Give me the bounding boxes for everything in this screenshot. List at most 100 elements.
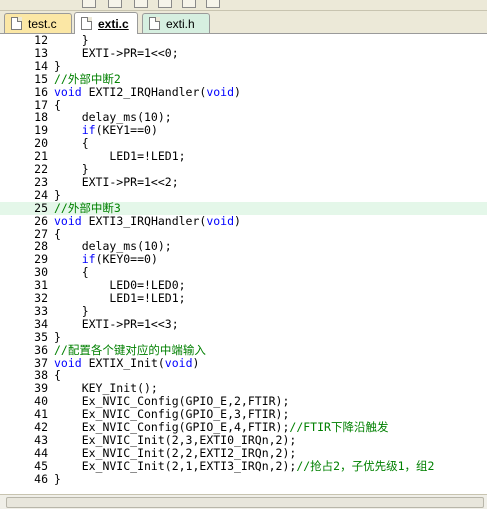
keyword-token: void [206,213,235,228]
toolbar-button-icon[interactable] [134,0,148,8]
code-token: Ex_NVIC_Init(2,3,EXTI0_IRQn,2); [54,432,297,447]
keyword-token: void [54,213,82,228]
line-number: 14 [34,58,48,73]
comment-token: //配置各个键对应的中端输入 [54,342,206,357]
code-token: { [54,136,89,151]
code-token: Ex_NVIC_Init(2,2,EXTI2_IRQn,2); [54,445,297,460]
code-token: LED1=!LED1; [54,149,186,164]
code-text: EXTI->PR=1<<0; [54,45,179,60]
code-line[interactable]: 37 void EXTIX_Init(void) [0,355,487,370]
code-token: delay_ms(10); [54,110,172,125]
code-token: { [54,368,61,383]
keyword-token: void [164,355,193,370]
line-number: 23 [34,174,48,189]
code-token: delay_ms(10); [54,239,172,254]
tab-exti-h[interactable]: exti.h [142,13,210,33]
code-line[interactable]: 34 EXTI->PR=1<<3; [0,316,487,331]
scrollbar-thumb[interactable] [6,497,484,508]
code-token: EXTI->PR=1<<3; [54,316,179,331]
code-token: (KEY0==0) [95,252,158,267]
file-icon [11,17,22,30]
line-number: 35 [34,329,48,344]
line-number: 33 [34,303,48,318]
tab-exti-c[interactable]: exti.c [74,12,138,34]
file-icon [149,17,160,30]
toolbar-button-icon[interactable] [82,0,96,8]
file-tab-bar: test.c exti.c exti.h [0,11,487,34]
line-number: 45 [34,458,48,473]
comment-token: //外部中断3 [54,200,121,215]
keyword-token: if [81,252,96,267]
toolbar-button-icon[interactable] [182,0,196,8]
code-token: EXTIX_Init( [81,355,165,370]
keyword-token: if [81,123,96,138]
code-token: ) [234,213,241,228]
tab-label: exti.h [166,16,195,31]
tab-test-c[interactable]: test.c [4,13,72,33]
code-token: { [54,265,89,280]
toolbar-button-icon[interactable] [206,0,220,8]
toolbar [0,0,487,11]
tab-label: exti.c [98,16,129,31]
code-token: KEY_Init(); [54,381,158,396]
code-text: } [54,471,61,486]
code-token: LED1=!LED1; [54,291,186,305]
code-text: void EXTI2_IRQHandler(void) [54,84,241,99]
keyword-token: void [54,355,82,370]
code-token: EXTI3_IRQHandler( [81,213,207,228]
comment-token: //外部中断2 [54,71,121,86]
code-line[interactable]: 46} [0,471,487,486]
code-token: Ex_NVIC_Config(GPIO_E,4,FTIR); [54,420,290,434]
horizontal-scrollbar[interactable] [0,494,487,509]
code-token: } [54,162,89,176]
code-line[interactable]: 13 EXTI->PR=1<<0; [0,45,487,60]
code-token: Ex_NVIC_Init(2,1,EXTI3_IRQn,2); [54,458,297,473]
code-token: } [54,187,61,202]
code-token: } [54,58,61,73]
code-text: void EXTI3_IRQHandler(void) [54,213,241,228]
line-number: 44 [34,445,48,460]
code-token: EXTI->PR=1<<2; [54,174,179,189]
line-number: 15 [34,71,48,86]
toolbar-button-icon[interactable] [108,0,122,8]
code-text: EXTI->PR=1<<3; [54,316,179,331]
code-token: { [54,97,61,112]
line-number: 24 [34,187,48,202]
code-token: EXTI->PR=1<<0; [54,45,179,60]
line-number: 46 [34,471,48,486]
line-number: 13 [34,45,48,60]
code-token: } [54,303,89,318]
code-editor[interactable]: 12 } 13 EXTI->PR=1<<0; 14} 15//外部中断2 16 void … [0,34,487,494]
code-token: } [54,471,61,486]
code-token: ) [234,84,241,99]
code-line[interactable]: 16 void EXTI2_IRQHandler(void) [0,84,487,99]
line-number: 25 [34,200,48,215]
code-token: } [54,329,61,344]
code-token: Ex_NVIC_Config(GPIO_E,3,FTIR); [54,407,290,422]
code-text: void EXTIX_Init(void) [54,355,200,370]
code-token: Ex_NVIC_Config(GPIO_E,2,FTIR); [54,394,290,409]
line-number: 26 [34,213,48,228]
comment-token: //FTIR下降沿触发 [289,420,389,434]
code-token: { [54,226,61,241]
line-number: 34 [34,316,48,331]
code-text: EXTI->PR=1<<2; [54,174,179,189]
keyword-token: void [54,84,82,99]
file-icon [81,17,92,30]
keyword-token: void [206,84,235,99]
code-text: Ex_NVIC_Init(2,1,EXTI3_IRQn,2);//抢占2，子优先… [54,458,435,473]
code-line[interactable]: 23 EXTI->PR=1<<2; [0,174,487,189]
comment-token: //抢占2，子优先级1，组2 [296,458,435,473]
code-token: LED0=!LED0; [54,278,186,293]
line-number: 43 [34,432,48,447]
toolbar-button-icon[interactable] [158,0,172,8]
code-token: EXTI2_IRQHandler( [81,84,207,99]
code-token: (KEY1==0) [95,123,158,138]
code-token: ) [192,355,200,370]
code-line[interactable]: 26 void EXTI3_IRQHandler(void) [0,213,487,228]
code-line[interactable]: 45 Ex_NVIC_Init(2,1,EXTI3_IRQn,2);//抢占2，… [0,458,487,473]
line-number: 16 [34,84,48,99]
line-number: 36 [34,342,48,357]
